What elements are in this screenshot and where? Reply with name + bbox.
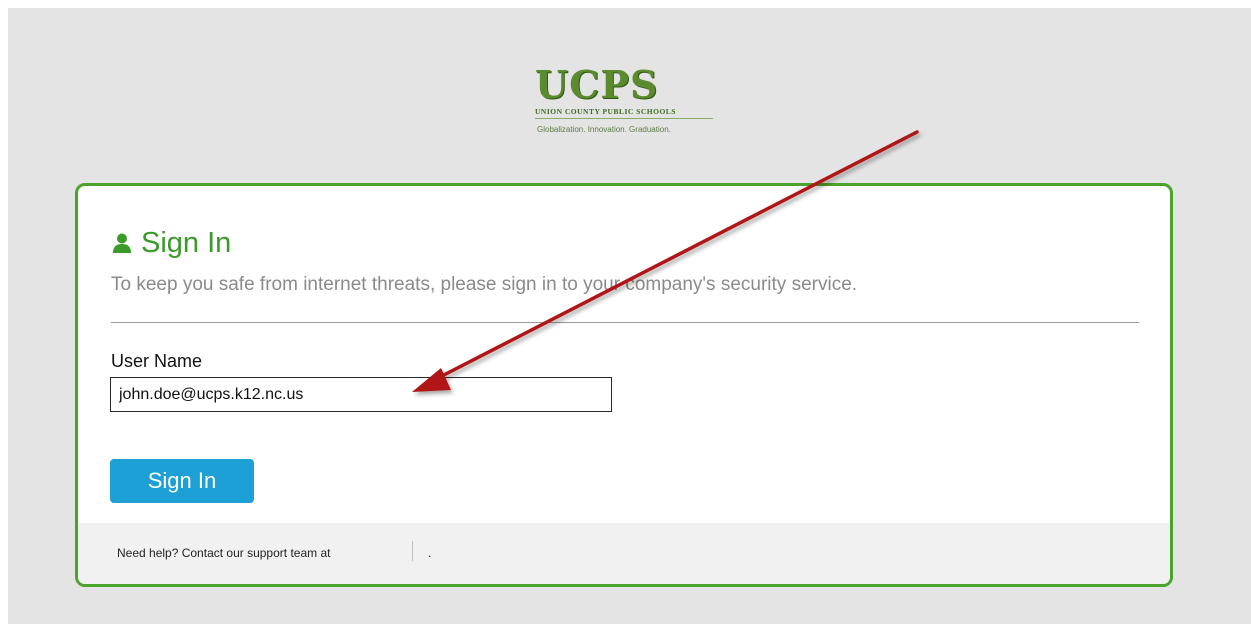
page-title: Sign In xyxy=(141,227,232,259)
sign-in-button[interactable]: Sign In xyxy=(110,459,254,503)
username-input[interactable] xyxy=(110,377,612,412)
logo-wordmark: UCPS xyxy=(535,62,659,107)
footer-separator xyxy=(412,541,413,561)
logo-divider xyxy=(535,118,713,119)
username-label: User Name xyxy=(111,351,203,371)
user-icon xyxy=(111,232,133,254)
card-footer: Need help? Contact our support team at . xyxy=(78,523,1170,584)
ucps-logo: UCPS Union County Public Schools Globali… xyxy=(535,66,715,144)
logo-subtitle: Union County Public Schools xyxy=(535,107,676,116)
card-title: Sign In xyxy=(111,226,231,260)
sign-in-card: Sign In To keep you safe from internet t… xyxy=(75,183,1173,587)
logo-tagline: Globalization. Innovation. Graduation. xyxy=(537,125,671,134)
security-notice: To keep you safe from internet threats, … xyxy=(111,274,858,295)
footer-period: . xyxy=(428,546,432,560)
support-text: Need help? Contact our support team at xyxy=(117,546,331,560)
divider xyxy=(111,322,1139,323)
